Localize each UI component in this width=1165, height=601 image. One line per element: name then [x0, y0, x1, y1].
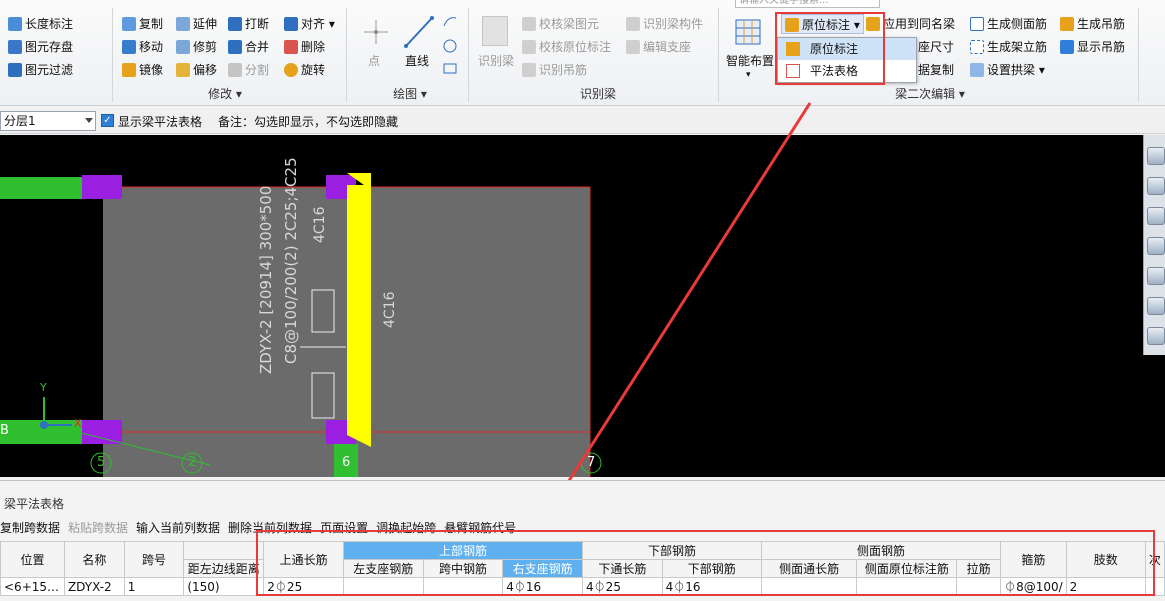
- col-header-blank: [183, 541, 265, 560]
- col-header-left-distance[interactable]: 距左边线距离: [183, 559, 265, 578]
- col-header-position[interactable]: 位置: [0, 541, 65, 578]
- cell-name[interactable]: ZDYX-2: [63, 577, 125, 596]
- copy-span-data-button[interactable]: 复制跨数据: [0, 521, 60, 535]
- cell-left-distance[interactable]: (150): [183, 577, 265, 596]
- cell-span[interactable]: 1: [123, 577, 185, 596]
- table-title: 梁平法表格: [4, 497, 65, 511]
- col-header-span[interactable]: 跨号: [123, 541, 185, 578]
- input-column-button[interactable]: 输入当前列数据: [136, 521, 220, 535]
- highlight-box-table: [256, 530, 1155, 596]
- col-header-name[interactable]: 名称: [63, 541, 125, 578]
- cell-position[interactable]: <6+15…: [0, 577, 65, 596]
- paste-span-data-button[interactable]: 粘贴跨数据: [68, 521, 128, 535]
